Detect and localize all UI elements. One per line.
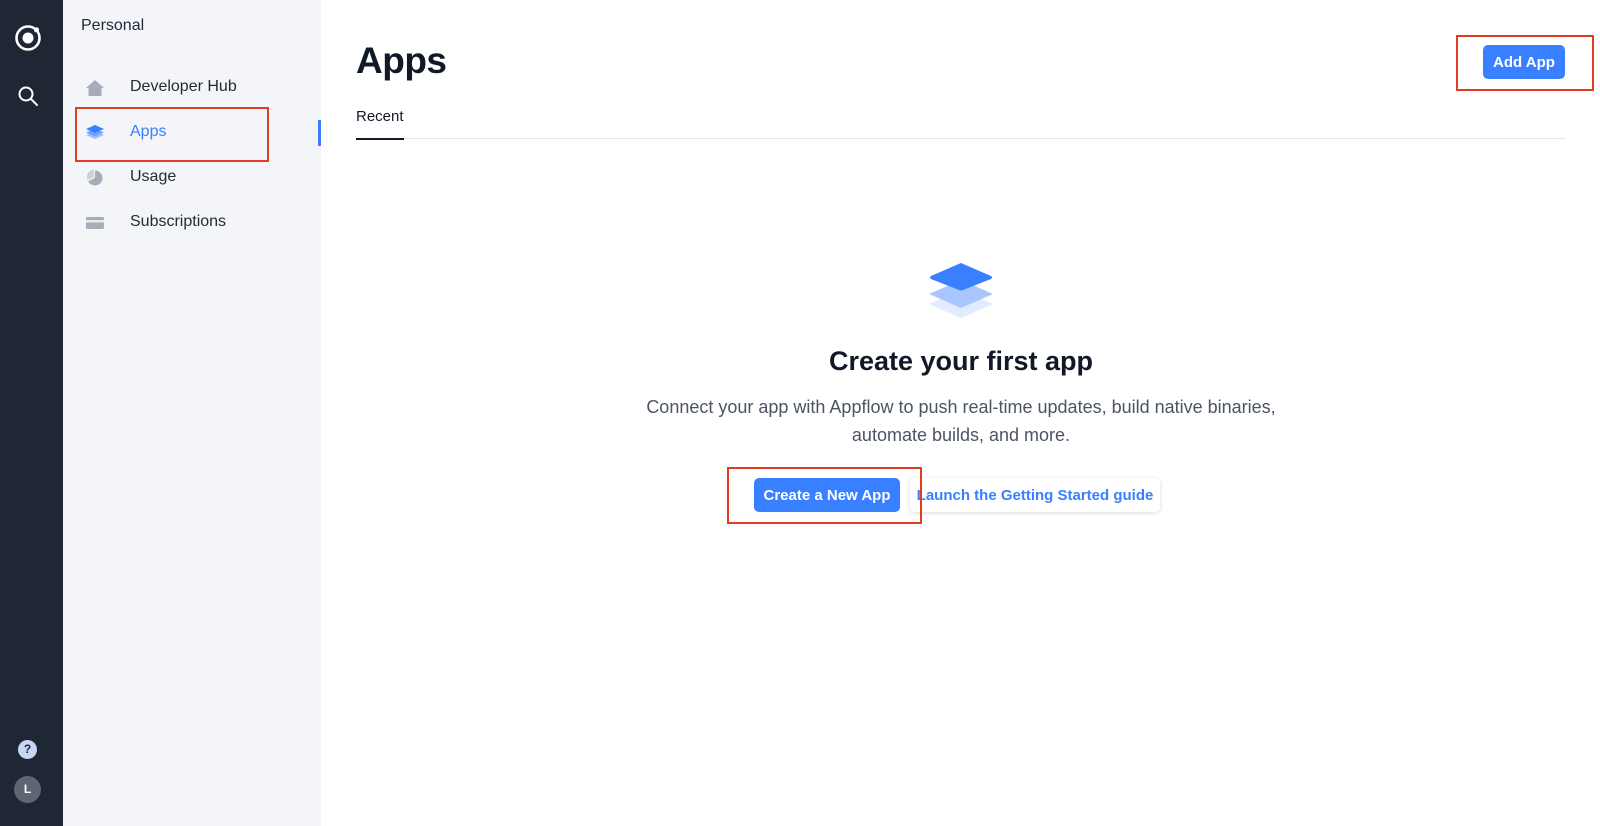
getting-started-guide-button[interactable]: Launch the Getting Started guide [910,478,1160,512]
empty-state-description: Connect your app with Appflow to push re… [646,397,1276,445]
sidebar-item-label: Usage [130,168,177,185]
page-title: Apps [356,40,447,81]
sidebar: Personal Developer Hub Apps Usage Subscr… [63,0,321,826]
tab-bar: Recent [356,108,1566,140]
sidebar-item-subscriptions[interactable]: Subscriptions [63,203,321,243]
sidebar-item-label: Developer Hub [130,78,237,95]
home-icon [86,80,104,96]
sidebar-item-label: Apps [130,123,167,140]
sidebar-item-apps[interactable]: Apps [63,113,321,153]
empty-state-actions: Create a New App Launch the Getting Star… [356,478,1566,514]
create-new-app-button[interactable]: Create a New App [754,478,900,512]
icon-rail: ? L [0,0,63,826]
sidebar-item-developer-hub[interactable]: Developer Hub [63,68,321,108]
sidebar-item-label: Subscriptions [130,213,227,230]
sidebar-item-usage[interactable]: Usage [63,158,321,198]
add-app-button[interactable]: Add App [1483,45,1565,79]
empty-state-heading: Create your first app [828,346,1094,376]
tab-recent[interactable]: Recent [356,108,404,140]
layers-icon [929,263,993,318]
user-avatar[interactable]: L [14,776,41,803]
credit-card-icon [86,217,104,229]
org-name: Personal [81,17,145,34]
empty-state: Create your first app Connect your app w… [356,260,1566,449]
ionic-logo-icon[interactable] [14,24,42,52]
pie-chart-icon [86,169,103,186]
help-icon[interactable]: ? [18,740,37,759]
main-content: Apps Add App Recent Create your first ap… [321,0,1600,826]
layers-icon [86,125,104,139]
search-icon[interactable] [17,85,39,107]
